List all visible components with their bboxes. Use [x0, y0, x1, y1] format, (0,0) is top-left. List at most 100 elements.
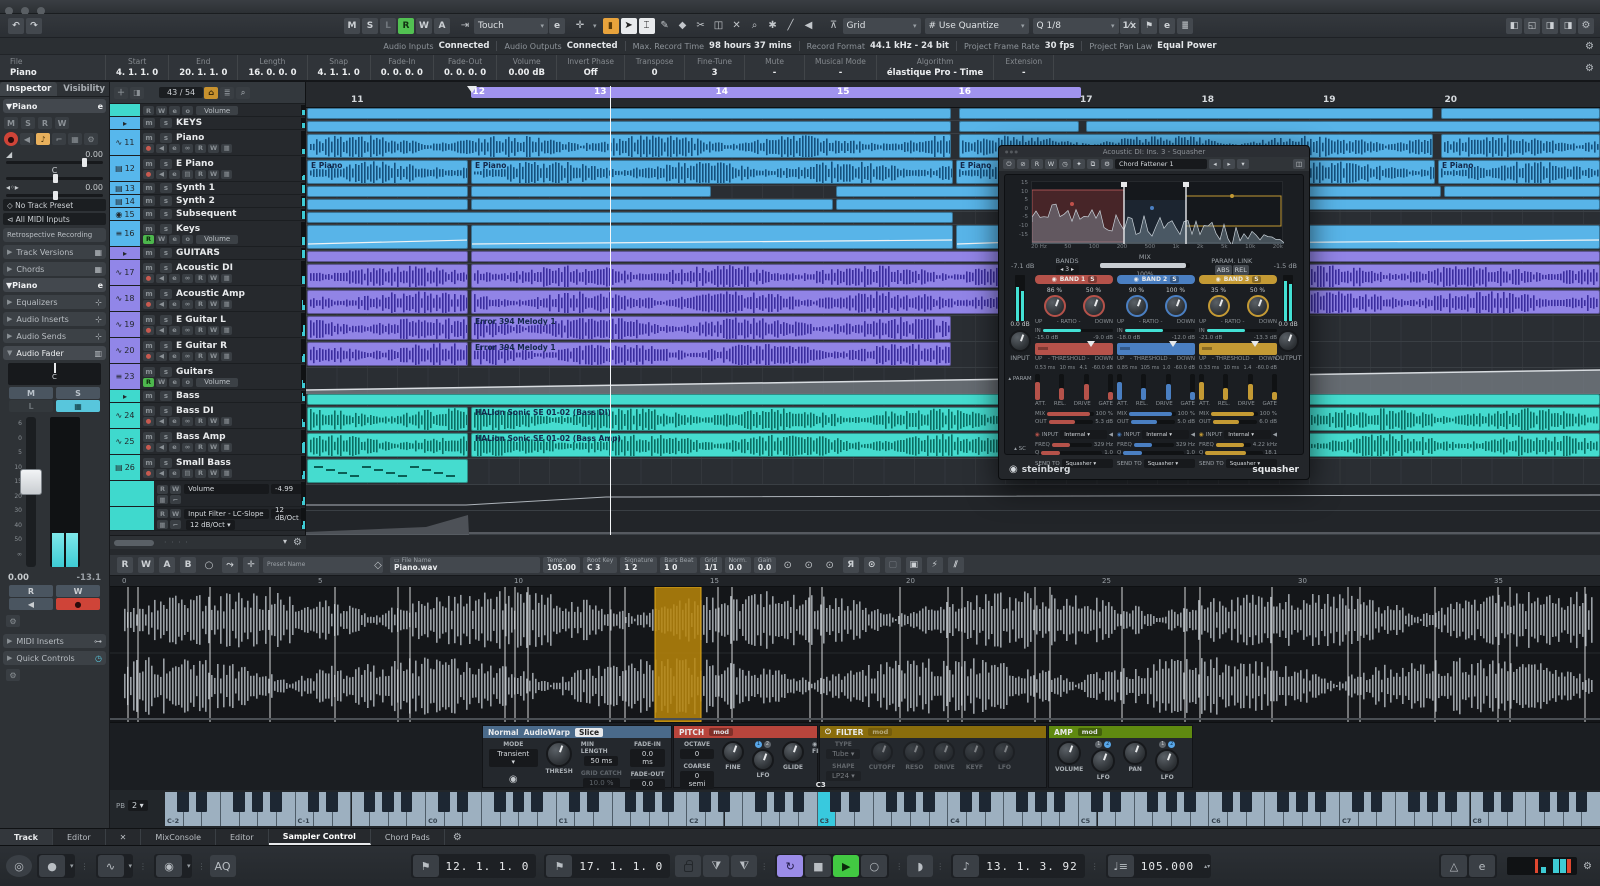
fader-monitor-button[interactable]: ◀ [9, 598, 53, 610]
lanes-button[interactable]: ▦ [157, 520, 168, 529]
track-ctrl-button[interactable]: e [169, 352, 180, 361]
channel-button-m[interactable]: M [344, 18, 360, 34]
undo-button[interactable]: ↶ [8, 18, 24, 34]
section-quick-controls[interactable]: ▶Quick Controls◷ [3, 651, 106, 665]
black-key[interactable] [270, 792, 282, 812]
rel-button[interactable]: REL [1233, 265, 1249, 275]
track-ctrl-button[interactable]: ● [143, 326, 154, 335]
black-key[interactable] [308, 792, 320, 812]
track-preset-field[interactable]: ◇ No Track Preset [3, 199, 106, 211]
pitch-lfo-knob[interactable] [752, 749, 774, 771]
sync-icon[interactable]: ⊙ [780, 557, 796, 573]
plugin-w-button[interactable]: W [1045, 159, 1057, 169]
track-ctrl-button[interactable]: W [208, 469, 219, 478]
track-row-bass-di[interactable]: ∿24msBass DI●◀e∞RW▦ [110, 403, 305, 429]
output-knob[interactable] [1277, 330, 1299, 352]
lanes-button[interactable]: ▦ [68, 133, 82, 145]
playback-tab-normal[interactable]: Normal [488, 728, 519, 737]
black-key[interactable] [774, 792, 786, 812]
track-row-keys[interactable]: ≡16msKeysRWeoVolume [110, 221, 305, 247]
r-button[interactable]: R [157, 485, 168, 494]
chevron-down-icon[interactable]: ▾ [187, 862, 191, 870]
track-ctrl-button[interactable]: ▦ [221, 326, 232, 335]
fader-r-automation-button[interactable]: R [9, 585, 53, 597]
fader-pan-box[interactable]: C [8, 363, 101, 385]
tracklist-scrollbar[interactable]: · · · ·▾⚙ [110, 535, 306, 549]
black-key[interactable] [1315, 792, 1327, 812]
automation-parameter[interactable]: Input Filter - LC-Slope [184, 509, 269, 519]
mute-button[interactable]: m [143, 159, 155, 169]
track-r-button[interactable]: R [38, 117, 52, 129]
track-ctrl-button[interactable]: e [169, 170, 180, 179]
band-solo-button[interactable]: S [1088, 276, 1096, 283]
track-row-guitars-group[interactable]: ≡23msGuitarsRWeoVolume [110, 364, 305, 390]
q-bar[interactable] [1123, 451, 1184, 455]
w-automation-button[interactable]: W [156, 235, 167, 244]
close-editor-icon[interactable]: ✕ [106, 829, 142, 845]
freeze-button[interactable]: o [182, 378, 193, 387]
mute-button[interactable]: m [143, 367, 155, 377]
track-ctrl-button[interactable]: ● [143, 300, 154, 309]
channel-button-l[interactable]: L [380, 18, 396, 34]
track-ctrl-button[interactable]: ▦ [221, 274, 232, 283]
track-ctrl-button[interactable]: e [169, 443, 180, 452]
black-key[interactable] [1222, 792, 1234, 812]
track-ctrl-button[interactable]: R [195, 469, 206, 478]
q-bar[interactable] [1041, 451, 1102, 455]
preset-menu-icon[interactable]: ▾ [1237, 159, 1249, 169]
mute-button[interactable]: m [143, 432, 155, 442]
quantize-panel-button[interactable]: e [1159, 18, 1175, 34]
event-top-partial[interactable] [1441, 108, 1600, 119]
cycle-button[interactable]: ↻ [777, 855, 803, 877]
metronome-button[interactable]: △ [1441, 855, 1467, 877]
arrange-area[interactable]: E PianoE PianoE PianoE PianoError 394 Me… [306, 108, 1600, 535]
preset-next-icon[interactable]: ▸ [1223, 159, 1235, 169]
amp-lfo-knob-3[interactable] [1155, 749, 1179, 773]
r-button[interactable]: R [157, 509, 168, 518]
track-ctrl-button[interactable]: R [195, 274, 206, 283]
quantize-value-dropdown[interactable]: Q 1/8▾ [1033, 18, 1119, 34]
sampler-sync-icon[interactable]: ○ [201, 557, 217, 573]
solo-button[interactable]: s [160, 263, 172, 273]
sampler-field-grid[interactable]: Grid1/1 [700, 557, 721, 573]
tempo-stepper-icon[interactable]: ▴▾ [1204, 863, 1210, 870]
midi-input-field[interactable]: ⊲ All MIDI Inputs [3, 213, 106, 225]
event-bass-folder[interactable] [307, 394, 1600, 405]
marker-color-button[interactable]: ▮ [603, 18, 619, 34]
solo-button[interactable]: s [160, 248, 172, 258]
ctrl-e-button[interactable]: e [169, 106, 180, 115]
down-ratio-knob[interactable] [1083, 295, 1105, 317]
slider-gate[interactable] [1272, 374, 1277, 400]
solo-button[interactable]: s [160, 341, 172, 351]
track-row-filter-lane[interactable]: RWInput Filter - LC-Slope12 dB/Oct▦⌐12 d… [110, 507, 305, 531]
black-key[interactable] [1147, 792, 1159, 812]
black-key[interactable] [718, 792, 730, 812]
track-ctrl-button[interactable]: ▦ [221, 417, 232, 426]
input-knob[interactable] [1009, 330, 1031, 352]
speaker-tool-icon[interactable]: ◀ [801, 18, 817, 34]
arrange-row-guitars-folder[interactable] [306, 251, 1600, 264]
solo-button[interactable]: s [160, 367, 172, 377]
record-mode-button[interactable]: ● [39, 855, 65, 877]
fader-handle[interactable] [20, 469, 42, 495]
preset-name-field[interactable]: Preset Name [263, 557, 383, 573]
sampler-field-norm-[interactable]: Norm.0.0 [725, 557, 751, 573]
black-key[interactable] [438, 792, 450, 812]
black-key[interactable] [1371, 792, 1383, 812]
track-row-bass-amp[interactable]: ∿25msBass Amp●◀e∞RW▦ [110, 429, 305, 455]
track-row-e-guitar-l[interactable]: ∿19msE Guitar L●◀e∞RW▦ [110, 312, 305, 338]
eraser-icon[interactable]: ◆ [675, 18, 691, 34]
bottom-tab-editor[interactable]: Editor [53, 829, 106, 845]
band-solo-button[interactable]: S [1252, 276, 1260, 283]
track-row-acoustic-amp[interactable]: ∿18msAcoustic Amp●◀e∞RW▦ [110, 286, 305, 312]
badge-2[interactable]: 2 [1104, 741, 1111, 748]
preset-prev-icon[interactable]: ◂ [1209, 159, 1221, 169]
track-ctrl-button[interactable]: ● [143, 417, 154, 426]
freq-bar[interactable] [1134, 443, 1174, 447]
track-row-synth1[interactable]: ▤13msSynth 1 [110, 182, 305, 195]
track-ctrl-button[interactable]: ▦ [221, 469, 232, 478]
info-field-volume[interactable]: Volume0.00 dB [497, 55, 557, 80]
threshold-band[interactable] [1035, 343, 1113, 355]
snap-button[interactable]: ▢ [885, 557, 901, 573]
edit-channel-icon[interactable]: e [98, 102, 103, 111]
